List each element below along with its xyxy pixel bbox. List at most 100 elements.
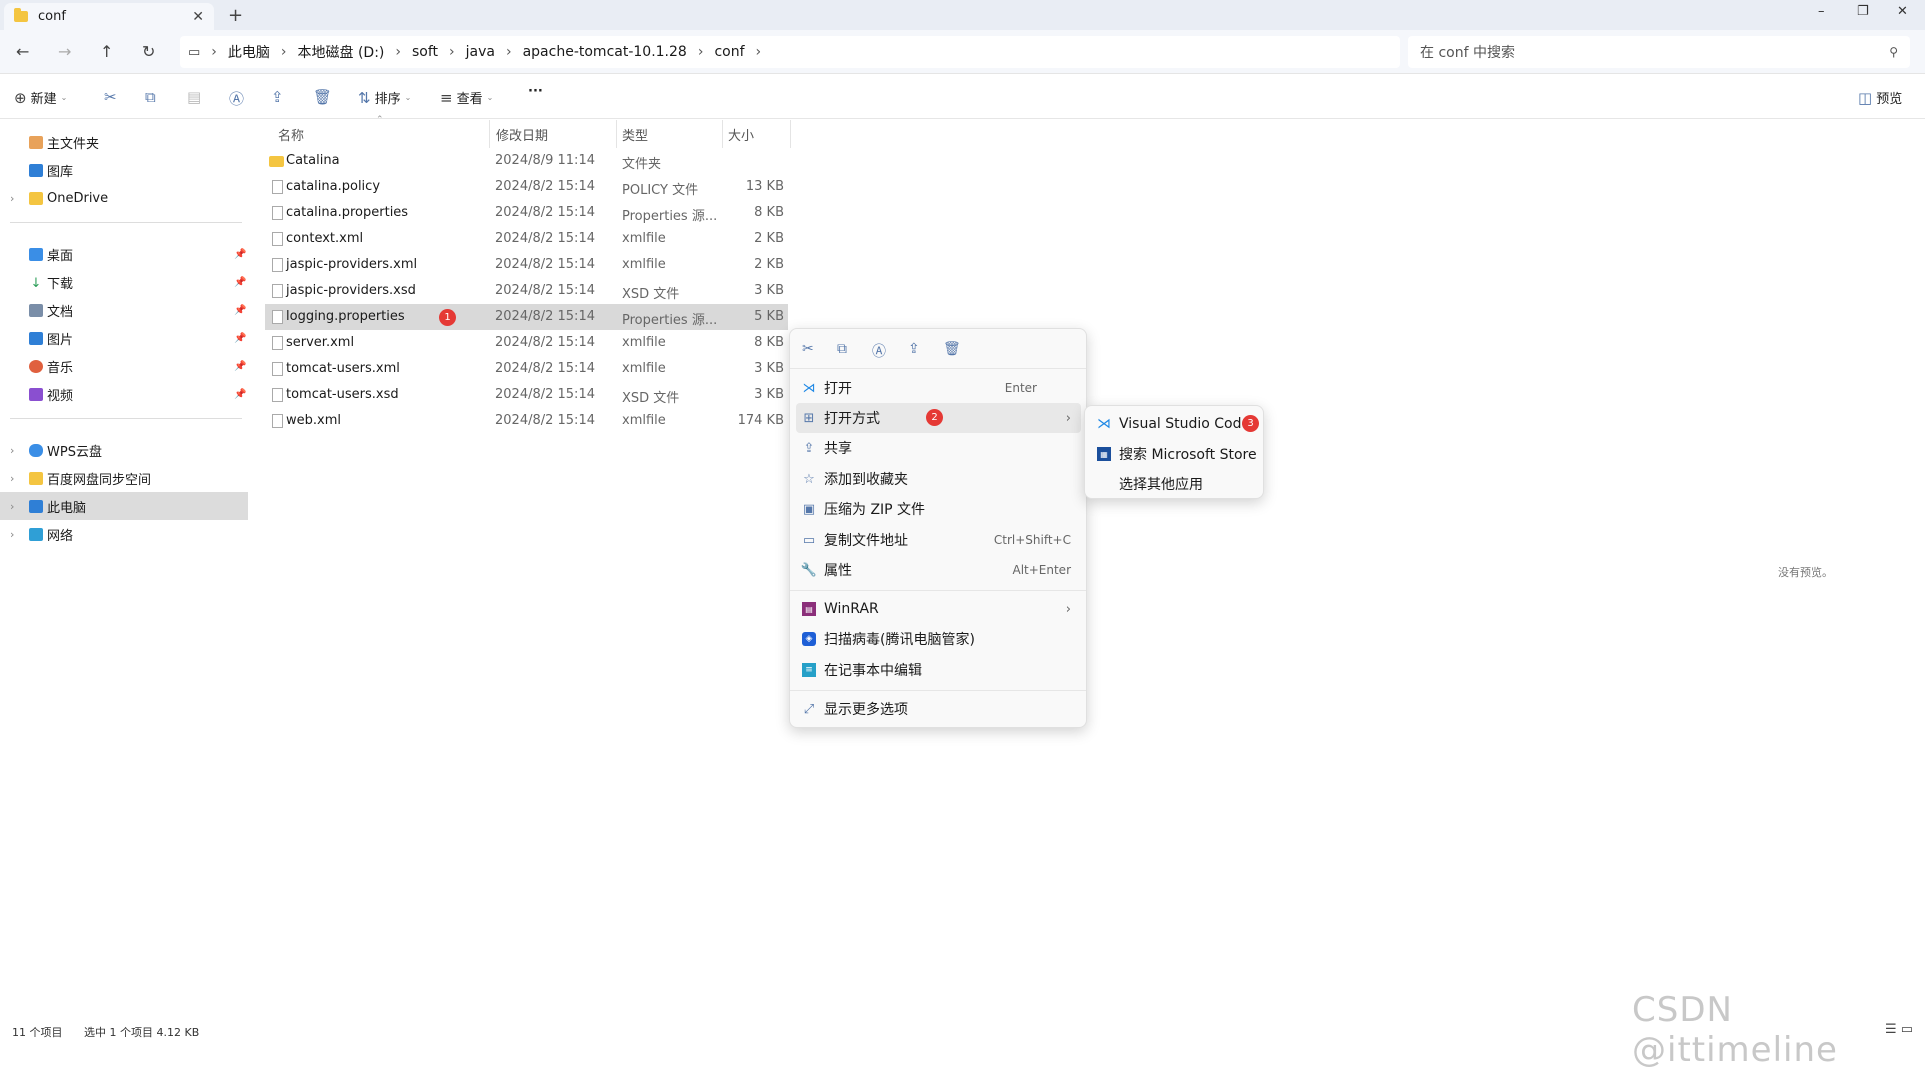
pin-icon[interactable]: 📌: [234, 333, 246, 344]
breadcrumb-item[interactable]: soft: [412, 44, 438, 60]
preview-button[interactable]: ◫ 预览: [1858, 88, 1902, 108]
breadcrumb[interactable]: ▭ › 此电脑 › 本地磁盘 (D:) › soft › java › apache-t…: [180, 36, 1400, 68]
file-row[interactable]: catalina.properties 2024/8/2 15:14 Prope…: [265, 200, 788, 226]
file-icon: [272, 284, 283, 298]
divider[interactable]: [722, 120, 723, 148]
menu-item-notepad[interactable]: ≡ 在记事本中编辑: [796, 655, 1081, 685]
tab-close-icon[interactable]: ✕: [192, 9, 204, 25]
rename-icon[interactable]: Ⓐ: [229, 88, 244, 109]
breadcrumb-item[interactable]: java: [466, 44, 495, 60]
submenu-item-store[interactable]: ▦ 搜索 Microsoft Store: [1091, 440, 1257, 468]
share-icon[interactable]: ⇪: [908, 341, 920, 357]
forward-arrow-icon[interactable]: →: [58, 42, 71, 61]
file-row[interactable]: catalina.policy 2024/8/2 15:14 POLICY 文件…: [265, 174, 788, 200]
file-row[interactable]: jaspic-providers.xsd 2024/8/2 15:14 XSD …: [265, 278, 788, 304]
copy-icon[interactable]: ⧉: [145, 88, 156, 106]
new-tab-button[interactable]: +: [228, 5, 243, 26]
sidebar-item-pictures[interactable]: 图片 📌: [0, 324, 248, 352]
menu-item-properties[interactable]: 🔧 属性 Alt+Enter: [796, 555, 1081, 585]
breadcrumb-item[interactable]: 本地磁盘 (D:): [298, 42, 385, 62]
submenu-item-other[interactable]: 选择其他应用: [1091, 470, 1257, 498]
pin-icon[interactable]: 📌: [234, 249, 246, 260]
sort-button[interactable]: ⇅ 排序 ⌄: [358, 88, 411, 108]
file-row[interactable]: server.xml 2024/8/2 15:14 xmlfile 8 KB: [265, 330, 788, 356]
new-button[interactable]: ⊕ 新建 ⌄: [14, 88, 67, 108]
divider[interactable]: [790, 120, 791, 148]
search-icon: ⚲: [1889, 45, 1898, 59]
menu-item-label: WinRAR: [824, 601, 879, 617]
divider[interactable]: [616, 120, 617, 148]
file-row-selected[interactable]: logging.properties 1 2024/8/2 15:14 Prop…: [265, 304, 788, 330]
file-row[interactable]: tomcat-users.xsd 2024/8/2 15:14 XSD 文件 3…: [265, 382, 788, 408]
close-button[interactable]: ✕: [1897, 4, 1908, 19]
column-header-name[interactable]: 名称: [278, 120, 304, 148]
more-options-button[interactable]: ···: [528, 84, 543, 99]
rename-icon[interactable]: Ⓐ: [872, 341, 886, 361]
sidebar-item-network[interactable]: › 网络: [0, 520, 248, 548]
sidebar-item-label: 桌面: [47, 248, 74, 264]
sidebar-item-videos[interactable]: 视频 📌: [0, 380, 248, 408]
file-row[interactable]: web.xml 2024/8/2 15:14 xmlfile 174 KB: [265, 408, 788, 434]
file-row[interactable]: context.xml 2024/8/2 15:14 xmlfile 2 KB: [265, 226, 788, 252]
minimize-button[interactable]: –: [1818, 4, 1825, 19]
sidebar-item-desktop[interactable]: 桌面 📌: [0, 240, 248, 268]
sidebar-item-wps[interactable]: › WPS云盘: [0, 436, 248, 464]
share-icon[interactable]: ⇪: [271, 88, 284, 106]
menu-item-zip[interactable]: ▣ 压缩为 ZIP 文件: [796, 494, 1081, 524]
delete-icon[interactable]: 🗑: [313, 88, 332, 106]
menu-item-more[interactable]: ⤢ 显示更多选项: [796, 694, 1081, 724]
menu-item-share[interactable]: ⇪ 共享: [796, 433, 1081, 463]
sidebar-item-documents[interactable]: 文档 📌: [0, 296, 248, 324]
chevron-right-icon[interactable]: ›: [10, 472, 14, 485]
menu-item-winrar[interactable]: ▤ WinRAR ›: [796, 594, 1081, 624]
breadcrumb-item[interactable]: conf: [714, 44, 744, 60]
file-icon: [272, 362, 283, 376]
menu-item-favorite[interactable]: ☆ 添加到收藏夹: [796, 464, 1081, 494]
sidebar-item-home[interactable]: 主文件夹: [0, 128, 248, 156]
cut-icon[interactable]: ✂: [802, 341, 814, 357]
pin-icon[interactable]: 📌: [234, 389, 246, 400]
menu-item-open-with[interactable]: ⊞ 打开方式 2 ›: [796, 403, 1081, 433]
tab-conf[interactable]: conf ✕: [4, 3, 214, 30]
pin-icon[interactable]: 📌: [234, 277, 246, 288]
sidebar-item-this-pc[interactable]: › 此电脑: [0, 492, 248, 520]
cut-icon[interactable]: ✂: [104, 88, 117, 106]
sidebar-item-label: 音乐: [47, 360, 74, 376]
file-row[interactable]: Catalina 2024/8/9 11:14 文件夹: [265, 148, 788, 174]
menu-item-open[interactable]: ⋊ 打开 Enter: [796, 373, 1081, 403]
divider[interactable]: [489, 120, 490, 148]
delete-icon[interactable]: 🗑: [943, 341, 961, 357]
file-type: xmlfile: [622, 335, 666, 350]
menu-item-scan[interactable]: ◈ 扫描病毒(腾讯电脑管家): [796, 624, 1081, 654]
column-header-size[interactable]: 大小: [728, 120, 754, 148]
sidebar-item-gallery[interactable]: 图库: [0, 156, 248, 184]
pin-icon[interactable]: 📌: [234, 361, 246, 372]
sidebar-item-downloads[interactable]: ↓ 下载 📌: [0, 268, 248, 296]
restore-button[interactable]: ❐: [1857, 4, 1869, 19]
file-row[interactable]: tomcat-users.xml 2024/8/2 15:14 xmlfile …: [265, 356, 788, 382]
column-header-date[interactable]: 修改日期: [496, 120, 548, 148]
sidebar-item-music[interactable]: 音乐 📌: [0, 352, 248, 380]
menu-item-copy-path[interactable]: ▭ 复制文件地址 Ctrl+Shift+C: [796, 525, 1081, 555]
breadcrumb-item[interactable]: 此电脑: [228, 42, 270, 62]
submenu-item-vscode[interactable]: ⋊ Visual Studio Code 3: [1091, 410, 1259, 438]
chevron-right-icon[interactable]: ›: [10, 528, 14, 541]
refresh-icon[interactable]: ↻: [142, 42, 155, 61]
file-row[interactable]: jaspic-providers.xml 2024/8/2 15:14 xmlf…: [265, 252, 788, 278]
view-button[interactable]: ≡ 查看 ⌄: [440, 88, 493, 108]
chevron-right-icon[interactable]: ›: [10, 192, 14, 205]
paste-icon[interactable]: ▤: [187, 88, 201, 106]
breadcrumb-item[interactable]: apache-tomcat-10.1.28: [523, 44, 687, 60]
chevron-right-icon[interactable]: ›: [10, 500, 14, 513]
sidebar-item-baidu[interactable]: › 百度网盘同步空间: [0, 464, 248, 492]
search-input[interactable]: 在 conf 中搜索 ⚲: [1408, 36, 1910, 68]
sidebar-item-label: 图库: [47, 164, 74, 180]
chevron-right-icon[interactable]: ›: [10, 444, 14, 457]
sidebar-item-onedrive[interactable]: › OneDrive: [0, 184, 248, 212]
copy-icon[interactable]: ⧉: [837, 341, 847, 357]
file-date: 2024/8/2 15:14: [495, 413, 595, 428]
up-arrow-icon[interactable]: ↑: [100, 42, 113, 61]
column-header-type[interactable]: 类型: [622, 120, 648, 148]
back-arrow-icon[interactable]: ←: [16, 42, 29, 61]
pin-icon[interactable]: 📌: [234, 305, 246, 316]
